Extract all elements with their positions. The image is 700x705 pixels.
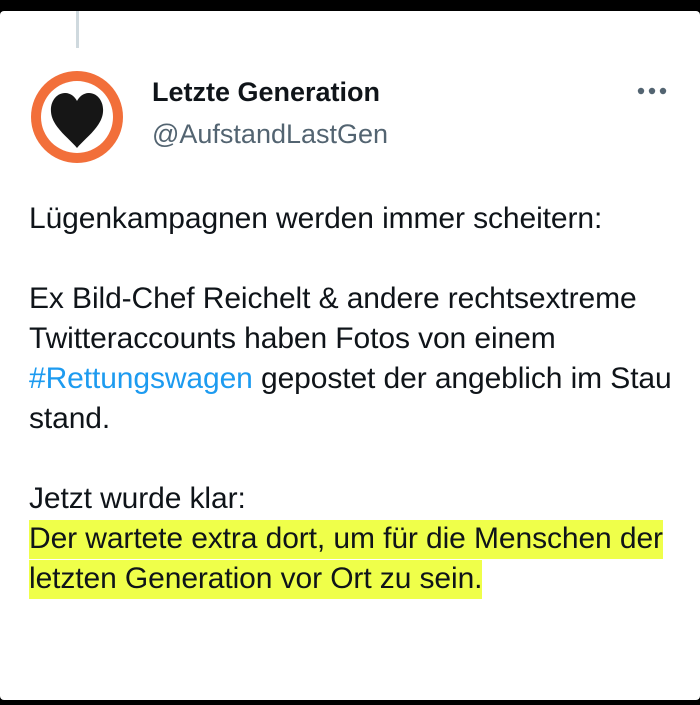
tweet-highlighted-paragraph: Der wartete extra dort, um für die Mensc… bbox=[29, 519, 689, 599]
heart-in-circle-icon bbox=[31, 71, 123, 163]
display-name[interactable]: Letzte Generation bbox=[152, 77, 380, 108]
tweet-paragraph: Lügenkampagnen werden immer scheitern: bbox=[29, 202, 603, 235]
tweet-paragraph: Jetzt wurde klar: bbox=[29, 482, 246, 515]
tweet-paragraph: Ex Bild-Chef Reichelt & andere rechtsext… bbox=[29, 279, 689, 439]
tweet-text-segment: Ex Bild-Chef Reichelt & andere rechtsext… bbox=[29, 282, 637, 355]
avatar[interactable] bbox=[31, 71, 123, 163]
account-handle[interactable]: @AufstandLastGen bbox=[152, 119, 388, 150]
highlighted-text: Der wartete extra dort, um für die Mensc… bbox=[29, 520, 663, 599]
tweet-card: Letzte Generation @AufstandLastGen Lügen… bbox=[0, 11, 700, 700]
hashtag-link[interactable]: #Rettungswagen bbox=[29, 362, 253, 395]
more-horizontal-icon bbox=[637, 87, 667, 95]
more-options-button[interactable] bbox=[634, 79, 670, 103]
thread-connector-line bbox=[76, 11, 79, 48]
tweet-body: Lügenkampagnen werden immer scheitern: E… bbox=[29, 199, 689, 599]
